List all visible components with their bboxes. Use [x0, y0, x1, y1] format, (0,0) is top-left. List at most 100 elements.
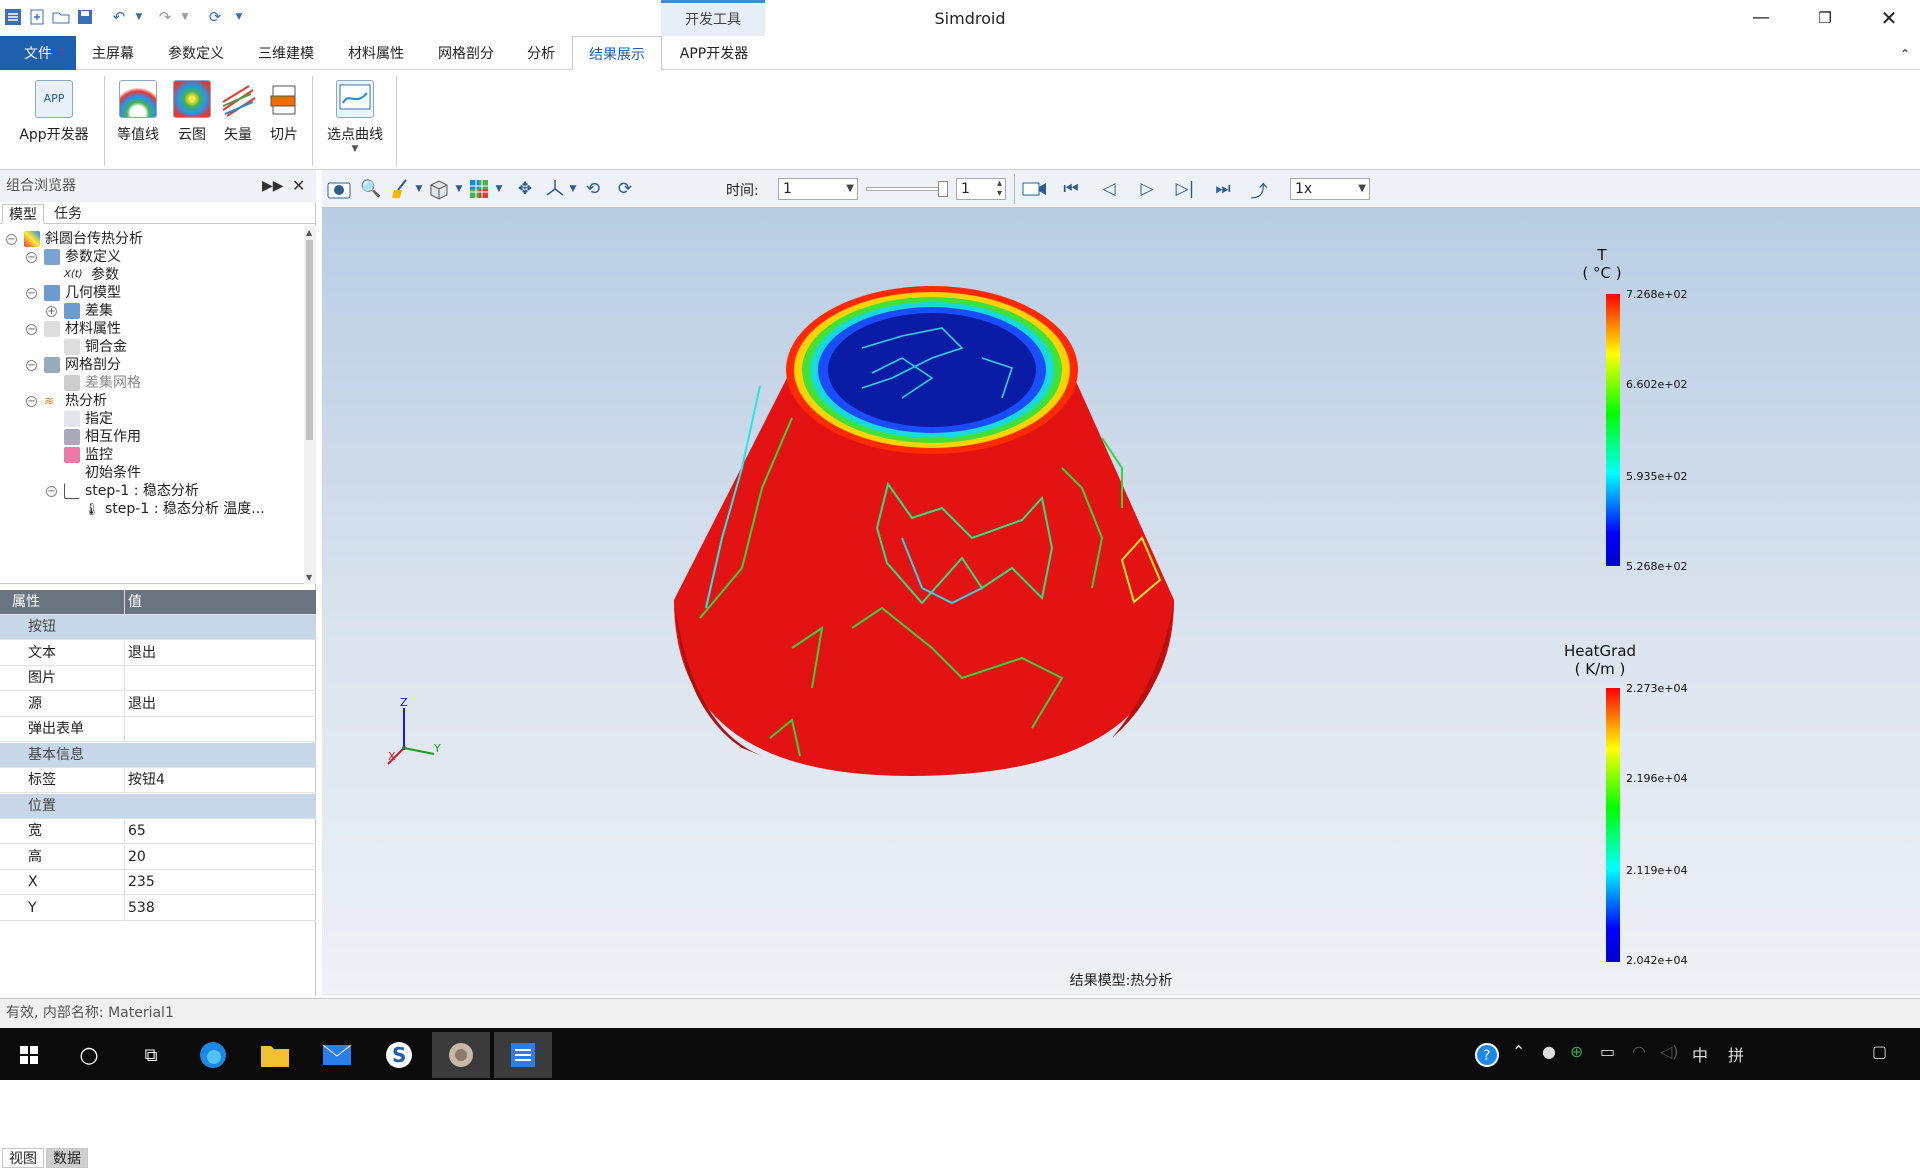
step-spinbox[interactable]: 1 ▴ ▾: [956, 178, 1006, 200]
expand-toggle-icon[interactable]: −: [26, 287, 37, 299]
spin-arrows-icon[interactable]: ▴ ▾: [997, 179, 1002, 199]
property-value[interactable]: 按钮4: [128, 768, 165, 792]
expand-toggle-icon[interactable]: −: [26, 395, 37, 407]
last-frame-icon[interactable]: ⏭: [1210, 176, 1236, 202]
tab-view[interactable]: 视图: [2, 1148, 44, 1168]
tray-plus-icon[interactable]: ⊕: [1570, 1042, 1583, 1061]
tab-data[interactable]: 数据: [46, 1148, 88, 1168]
chevron-down-icon[interactable]: ▼: [486, 176, 512, 202]
expand-toggle-icon[interactable]: −: [26, 323, 37, 335]
menu-3d-modeling[interactable]: 三维建模: [246, 36, 326, 70]
close-panel-icon[interactable]: ✕: [292, 170, 305, 202]
new-file-icon[interactable]: [26, 6, 48, 28]
redo-icon[interactable]: ↷: [154, 6, 176, 28]
save-icon[interactable]: [74, 6, 96, 28]
zoom-icon[interactable]: 🔍: [358, 176, 384, 202]
undo-icon[interactable]: ↶: [108, 6, 130, 28]
expand-toggle-icon[interactable]: −: [6, 233, 17, 245]
property-row[interactable]: 高 20: [0, 844, 316, 870]
property-value[interactable]: 538: [128, 896, 155, 920]
chevron-up-icon[interactable]: ⌃: [1512, 1042, 1525, 1061]
property-row[interactable]: 宽 65: [0, 819, 316, 844]
property-row[interactable]: 弹出表单: [0, 717, 316, 742]
scroll-up-icon[interactable]: ▲: [306, 228, 312, 237]
help-icon[interactable]: ?: [1474, 1042, 1500, 1072]
rotate-cw-icon[interactable]: ⟳: [612, 176, 638, 202]
scrollbar-thumb[interactable]: [306, 240, 313, 440]
play-icon[interactable]: ▷: [1134, 176, 1160, 202]
property-value[interactable]: 退出: [128, 692, 156, 716]
menu-file[interactable]: 文件: [0, 36, 76, 70]
property-row[interactable]: X 235: [0, 870, 316, 895]
property-row[interactable]: Y 538: [0, 895, 316, 921]
property-value[interactable]: 65: [128, 819, 146, 843]
open-folder-icon[interactable]: [50, 6, 72, 28]
property-row[interactable]: 图片: [0, 666, 316, 691]
tab-task[interactable]: 任务: [48, 204, 88, 224]
prev-frame-icon[interactable]: ◁: [1096, 176, 1122, 202]
menu-app-developer[interactable]: APP开发器: [664, 36, 764, 70]
property-row[interactable]: 文本 退出: [0, 640, 316, 666]
expand-toggle-icon[interactable]: −: [46, 485, 57, 497]
collapse-ribbon-icon[interactable]: ⌃: [1894, 36, 1916, 70]
3d-viewport[interactable]: Z Y X T ( °C ) 7.268e+02 6.602e+02 5.935…: [322, 208, 1920, 996]
menu-home[interactable]: 主屏幕: [80, 36, 146, 70]
restore-icon[interactable]: ❐: [1798, 0, 1852, 36]
tree-scrollbar[interactable]: ▲ ▼: [304, 226, 316, 584]
rotate-ccw-icon[interactable]: ⟲: [580, 176, 606, 202]
slice-button[interactable]: 切片: [258, 80, 310, 144]
simdroid-s-icon[interactable]: S: [370, 1032, 428, 1078]
customize-toolbar-icon[interactable]: ▼: [228, 6, 250, 28]
context-tab-dev-tools[interactable]: 开发工具: [661, 0, 765, 36]
close-icon[interactable]: ✕: [1862, 0, 1916, 36]
simdroid-app-icon[interactable]: [494, 1032, 552, 1078]
slider-handle[interactable]: [938, 181, 948, 197]
next-frame-icon[interactable]: ▷|: [1172, 176, 1198, 202]
volume-icon[interactable]: ◁): [1660, 1042, 1679, 1061]
point-curve-button[interactable]: 选点曲线 ▼: [318, 80, 392, 154]
menu-mesh[interactable]: 网格剖分: [426, 36, 506, 70]
property-value[interactable]: 20: [128, 845, 146, 869]
dock-icon[interactable]: ▶▶: [262, 170, 284, 202]
file-explorer-icon[interactable]: [246, 1032, 304, 1078]
search-icon[interactable]: ○: [60, 1032, 118, 1078]
chevron-down-icon[interactable]: ▼: [318, 144, 392, 154]
minimize-icon[interactable]: —: [1734, 0, 1788, 36]
task-view-icon[interactable]: ⧉: [122, 1032, 180, 1078]
first-frame-icon[interactable]: ⏮: [1058, 176, 1084, 202]
vector-button[interactable]: 矢量: [212, 80, 264, 144]
menu-parameters[interactable]: 参数定义: [154, 36, 238, 70]
windows-start-icon[interactable]: [0, 1032, 58, 1078]
notification-icon[interactable]: ▢: [1872, 1042, 1887, 1061]
menu-results[interactable]: 结果展示: [572, 36, 662, 71]
expand-toggle-icon[interactable]: −: [26, 251, 37, 263]
undo-dropdown-icon[interactable]: ▼: [128, 6, 150, 28]
record-video-icon[interactable]: [1022, 176, 1048, 202]
fit-all-icon[interactable]: ✥: [512, 176, 538, 202]
app-developer-button[interactable]: APP App开发器: [12, 80, 96, 144]
mail-icon[interactable]: [308, 1032, 366, 1078]
tree-item[interactable]: 🌡 step-1 : 稳态分析 温度...: [66, 498, 265, 520]
screenshot-icon[interactable]: [326, 176, 352, 202]
property-value[interactable]: 235: [128, 870, 155, 894]
time-select[interactable]: 1 ▼: [778, 178, 858, 200]
property-row[interactable]: 源 退出: [0, 691, 316, 717]
contour-button[interactable]: 等值线: [112, 80, 164, 144]
edge-browser-icon[interactable]: [184, 1032, 242, 1078]
tab-model[interactable]: 模型: [2, 204, 44, 224]
app-3d-icon[interactable]: [432, 1032, 490, 1078]
tray-app-icon[interactable]: ●: [1542, 1042, 1556, 1061]
scroll-down-icon[interactable]: ▼: [306, 573, 312, 582]
menu-material[interactable]: 材料属性: [336, 36, 416, 70]
frustum-model[interactable]: [322, 208, 1920, 996]
property-row[interactable]: 标签 按钮4: [0, 768, 316, 793]
wifi-icon[interactable]: ◠: [1632, 1042, 1646, 1061]
expand-toggle-icon[interactable]: −: [26, 359, 37, 371]
battery-icon[interactable]: ▭: [1600, 1042, 1615, 1061]
expand-toggle-icon[interactable]: +: [46, 305, 57, 317]
speed-select[interactable]: 1x ▼: [1290, 178, 1370, 200]
loop-icon[interactable]: ⤴: [1246, 176, 1272, 202]
redo-dropdown-icon[interactable]: ▼: [174, 6, 196, 28]
cloud-map-button[interactable]: 云图: [166, 80, 218, 144]
ime-lang-icon[interactable]: 中: [1692, 1042, 1708, 1066]
